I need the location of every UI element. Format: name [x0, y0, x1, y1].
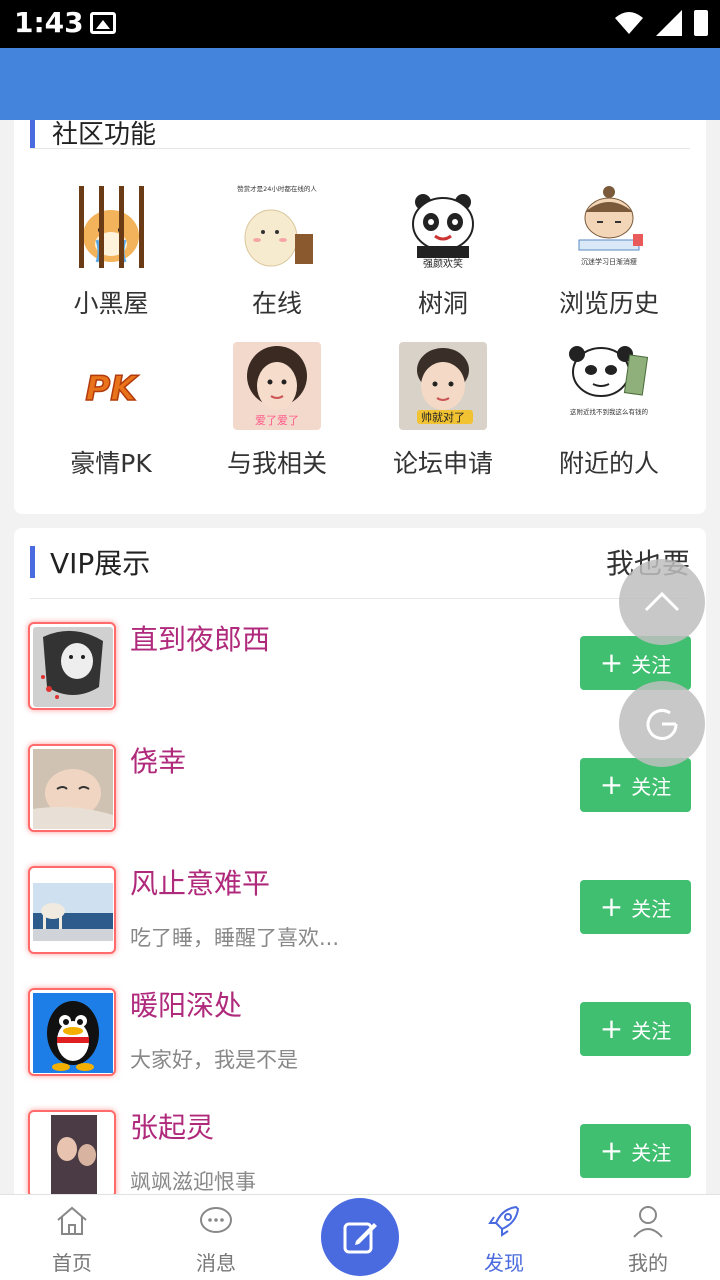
vip-bio: 大家好，我是不是	[130, 1048, 298, 1072]
panda-money-caption: 这附近找不到我这么有钱的	[570, 407, 649, 416]
plus-icon: +	[599, 768, 624, 801]
vip-user-row[interactable]: 直到夜郎西 + 关注	[14, 622, 706, 744]
chevron-up-icon	[644, 591, 680, 612]
status-bar: 1:43	[0, 0, 720, 48]
edit-icon	[343, 1222, 377, 1254]
follow-label: 关注	[631, 896, 672, 921]
feature-label: 浏览历史	[558, 289, 659, 318]
message-icon	[200, 1207, 232, 1233]
feature-label: 豪情PK	[70, 449, 152, 478]
user-icon	[633, 1206, 663, 1238]
tab-label: 消息	[196, 1251, 236, 1275]
vip-user-row[interactable]: 暖阳深处 大家好，我是不是 + 关注	[14, 988, 706, 1110]
vip-name[interactable]: 张起灵	[130, 1106, 214, 1146]
panda-sticker-caption: 强颜欢笑	[423, 257, 463, 270]
scroll-to-top-button[interactable]	[619, 559, 705, 645]
divider	[30, 598, 690, 599]
gallery-notification-icon	[90, 12, 116, 34]
plus-icon: +	[599, 890, 624, 923]
tab-discover[interactable]: 发现	[454, 1203, 554, 1276]
feature-label: 小黑屋	[73, 289, 149, 318]
follow-label: 关注	[631, 652, 672, 677]
app-header	[0, 48, 720, 120]
follow-button[interactable]: + 关注	[580, 880, 691, 934]
follow-button[interactable]: + 关注	[580, 1124, 691, 1178]
feature-related[interactable]: 爱了爱了 与我相关	[194, 342, 360, 480]
divider	[30, 148, 690, 149]
vip-name[interactable]: 暖阳深处	[130, 984, 242, 1024]
girl-photo-caption: 爱了爱了	[255, 414, 299, 427]
compose-button[interactable]	[321, 1198, 399, 1276]
tab-label: 首页	[52, 1251, 92, 1275]
history-sticker-icon: 沉迷学习日渐消瘦	[565, 182, 653, 270]
follow-button[interactable]: + 关注	[580, 758, 691, 812]
vip-bio: 吃了睡，睡醒了喜欢...	[130, 926, 340, 950]
feature-label: 与我相关	[226, 449, 327, 478]
main-scroll[interactable]: 社区功能 小黑屋 赞赏才是24小时都在线的人 在线 强颜欢笑 树洞 沉迷学习日渐…	[0, 120, 720, 1194]
wifi-icon	[615, 12, 643, 34]
vip-user-row[interactable]: 侥幸 + 关注	[14, 744, 706, 866]
follow-label: 关注	[631, 774, 672, 799]
feature-nearby[interactable]: 这附近找不到我这么有钱的 附近的人	[526, 342, 692, 480]
vip-user-row[interactable]: 张起灵 飒飒滋迎恨事 + 关注	[14, 1110, 706, 1194]
feature-pk[interactable]: PK 豪情PK	[28, 342, 194, 480]
avatar[interactable]	[28, 1110, 116, 1194]
feature-blackroom[interactable]: 小黑屋	[28, 182, 194, 320]
feature-forum-apply[interactable]: 帅就对了 论坛申请	[360, 342, 526, 480]
tab-label: 我的	[628, 1251, 668, 1275]
feature-label: 论坛申请	[392, 449, 493, 478]
pk-icon: PK	[67, 342, 155, 430]
features-title: 社区功能	[52, 120, 157, 150]
tab-messages[interactable]: 消息	[166, 1203, 266, 1276]
section-accent-bar	[30, 546, 35, 578]
baby-photo-icon: 帅就对了	[399, 342, 487, 430]
plus-icon: +	[599, 1134, 624, 1167]
status-time: 1:43	[14, 6, 84, 39]
baby-photo-caption: 帅就对了	[421, 410, 465, 424]
feature-label: 树洞	[417, 289, 468, 318]
rocket-icon	[488, 1205, 520, 1237]
follow-label: 关注	[631, 1140, 672, 1165]
avatar[interactable]	[28, 988, 116, 1076]
refresh-button[interactable]	[619, 681, 705, 767]
vip-user-row[interactable]: 风止意难平 吃了睡，睡醒了喜欢... + 关注	[14, 866, 706, 988]
feature-label: 在线	[251, 289, 302, 318]
panda-sticker-icon: 强颜欢笑	[399, 182, 487, 270]
features-card: 社区功能 小黑屋 赞赏才是24小时都在线的人 在线 强颜欢笑 树洞 沉迷学习日渐…	[14, 120, 706, 514]
refresh-icon	[646, 709, 678, 740]
girl-photo-icon: 爱了爱了	[233, 342, 321, 430]
plus-icon: +	[599, 1012, 624, 1045]
feature-label: 附近的人	[558, 449, 659, 478]
avatar[interactable]	[28, 622, 116, 710]
vip-name[interactable]: 直到夜郎西	[130, 618, 270, 658]
home-icon	[57, 1206, 87, 1235]
panda-money-sticker-icon: 这附近找不到我这么有钱的	[565, 342, 653, 430]
signal-icon	[656, 10, 682, 36]
vip-name[interactable]: 侥幸	[130, 740, 186, 780]
avatar[interactable]	[28, 744, 116, 832]
vip-bio: 飒飒滋迎恨事	[130, 1170, 256, 1194]
battery-icon	[694, 10, 708, 36]
follow-button[interactable]: + 关注	[580, 1002, 691, 1056]
pk-logo-text: PK	[85, 369, 139, 409]
vip-card: VIP展示 我也要 直到夜郎西 + 关注	[14, 528, 706, 1194]
feature-online[interactable]: 赞赏才是24小时都在线的人 在线	[194, 182, 360, 320]
section-accent-bar	[30, 120, 35, 148]
tab-home[interactable]: 首页	[22, 1203, 122, 1276]
feature-treehole[interactable]: 强颜欢笑 树洞	[360, 182, 526, 320]
online-sticker-caption: 赞赏才是24小时都在线的人	[237, 184, 317, 193]
plus-icon: +	[599, 646, 624, 679]
status-icons	[614, 10, 708, 36]
vip-name[interactable]: 风止意难平	[130, 862, 270, 902]
vip-title: VIP展示	[50, 547, 151, 580]
tab-label: 发现	[484, 1251, 524, 1275]
history-sticker-caption: 沉迷学习日渐消瘦	[581, 257, 637, 266]
jail-cat-sticker-icon	[67, 182, 155, 270]
follow-label: 关注	[631, 1018, 672, 1043]
avatar[interactable]	[28, 866, 116, 954]
online-sticker-icon: 赞赏才是24小时都在线的人	[233, 182, 321, 270]
feature-history[interactable]: 沉迷学习日渐消瘦 浏览历史	[526, 182, 692, 320]
tab-profile[interactable]: 我的	[598, 1203, 698, 1276]
